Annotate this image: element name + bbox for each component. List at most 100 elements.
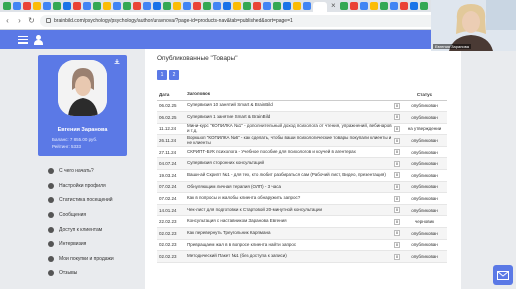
table-row[interactable]: 06.02.25 Супервизия 1 занятие Smart & Bra…: [157, 111, 447, 124]
table-row[interactable]: 02.02.23 Как перевернуть Треугольник Карп…: [157, 227, 447, 240]
cell-title[interactable]: Ваши-ай Скрипт №1 - для тех, кто любит р…: [182, 169, 392, 182]
browser-tab[interactable]: [63, 2, 71, 10]
hamburger-menu-icon[interactable]: [18, 35, 28, 44]
browser-tab[interactable]: [3, 2, 11, 10]
browser-tab[interactable]: [183, 2, 191, 10]
table-row[interactable]: 11.12.24 Мини-курс "КОПИЛКА №1" - дополни…: [157, 123, 447, 136]
browser-tab[interactable]: [263, 2, 271, 10]
sidebar-item[interactable]: Отзывы: [38, 266, 127, 281]
table-row[interactable]: 26.11.24 Воркшоп "КОПИЛКА №6" - как сдела…: [157, 134, 447, 147]
table-row[interactable]: 14.01.24 Чек-лист для подготовки к Старто…: [157, 204, 447, 217]
browser-tab[interactable]: [73, 2, 81, 10]
browser-tab[interactable]: [339, 2, 348, 10]
browser-tab[interactable]: [293, 2, 301, 10]
table-row[interactable]: 02.02.23 Методический Пакет №1 (без досту…: [157, 250, 447, 263]
browser-tab[interactable]: [123, 2, 131, 10]
sidebar-item[interactable]: Мои покупки и продажи: [38, 252, 127, 267]
cell-title[interactable]: Чек-лист для подготовки к Стартовой 20-м…: [182, 204, 392, 217]
browser-tab[interactable]: [113, 2, 121, 10]
browser-tab[interactable]: [23, 2, 31, 10]
url-field[interactable]: brainbild.com/psychology/psychology/auth…: [40, 14, 440, 27]
browser-tab[interactable]: [163, 2, 171, 10]
browser-tab-active[interactable]: [313, 2, 327, 12]
cell-date: 06.02.25: [157, 111, 182, 124]
cell-count: 0: [392, 100, 402, 113]
sidebar-item[interactable]: Интервизия: [38, 237, 127, 252]
cell-title[interactable]: Превращаем жал в в вопросе клиента найти…: [182, 239, 392, 252]
browser-tab[interactable]: [203, 2, 211, 10]
browser-tab[interactable]: [399, 2, 408, 10]
back-icon[interactable]: ‹: [4, 16, 11, 25]
browser-tab[interactable]: [43, 2, 51, 10]
browser-tab[interactable]: [283, 2, 291, 10]
sidebar-item[interactable]: Настройки профиля: [38, 179, 127, 194]
cell-title[interactable]: Обнуляющим личная терапия (ОЛП) - 3 часа: [182, 181, 392, 194]
cell-title[interactable]: Методический Пакет №1 (без доступа к зап…: [182, 250, 392, 263]
cell-title[interactable]: Воркшоп "КОПИЛКА №6" - как сделать, чтоб…: [182, 134, 392, 147]
browser-tab[interactable]: [349, 2, 358, 10]
page-button[interactable]: 2: [169, 70, 179, 80]
cell-title[interactable]: Супервизия 1 занятие Smart & BrainBild: [182, 111, 392, 124]
browser-tab[interactable]: [143, 2, 151, 10]
sidebar-item-label: Доступ к клиентам: [59, 226, 103, 233]
browser-tab[interactable]: [389, 2, 398, 10]
table-row[interactable]: 27.11.24 СКРИПТ-БУК психолога - Учебное п…: [157, 146, 447, 159]
browser-tab[interactable]: [93, 2, 101, 10]
browser-tab[interactable]: [213, 2, 221, 10]
cell-status: опубликован: [402, 250, 447, 263]
browser-tab[interactable]: [53, 2, 61, 10]
browser-tab[interactable]: [173, 2, 181, 10]
browser-tab[interactable]: [83, 2, 91, 10]
reload-icon[interactable]: ↻: [28, 16, 35, 25]
forward-icon[interactable]: ›: [16, 16, 23, 25]
sidebar-item[interactable]: Доступ к клиентам: [38, 222, 127, 237]
cell-date: 22.02.23: [157, 215, 182, 229]
user-icon[interactable]: [34, 34, 43, 45]
col-status: Статус: [402, 89, 447, 101]
table-row[interactable]: 22.02.23 Консультация с наставником Заран…: [157, 215, 447, 229]
cell-title[interactable]: Как перевернуть Треугольник Карпмана: [182, 227, 392, 240]
cell-title[interactable]: СКРИПТ-БУК психолога - Учебное пособие д…: [182, 146, 392, 159]
table-row[interactable]: 19.03.24 Ваши-ай Скрипт №1 - для тех, кто…: [157, 169, 447, 182]
browser-tab[interactable]: [133, 2, 141, 10]
sidebar-item[interactable]: Статистика посещений: [38, 193, 127, 208]
browser-tab[interactable]: [369, 2, 378, 10]
browser-tab[interactable]: [409, 2, 418, 10]
table-row[interactable]: 07.02.24 Как в попросы и жалобы клиента о…: [157, 192, 447, 205]
tab-close-icon[interactable]: ×: [331, 2, 336, 10]
browser-tab[interactable]: [253, 2, 261, 10]
browser-tab[interactable]: [13, 2, 21, 10]
table-row[interactable]: 02.02.23 Превращаем жал в в вопросе клиен…: [157, 239, 447, 252]
count-badge: 0: [394, 137, 400, 144]
cell-title[interactable]: Как в попросы и жалобы клиента обнаружит…: [182, 192, 392, 205]
sidebar-item[interactable]: С чего начать?: [38, 164, 127, 179]
upload-icon[interactable]: [114, 59, 120, 64]
profile-card: Евгения Заранова Баланс: 7 855.00 руб. Р…: [38, 55, 127, 156]
cell-title[interactable]: Мини-курс "КОПИЛКА №1" - дополнительный …: [182, 123, 392, 136]
browser-tab[interactable]: [419, 2, 428, 10]
browser-tab[interactable]: [153, 2, 161, 10]
table-row[interactable]: 06.02.25 Супервизия 10 занятий Smart & Br…: [157, 100, 447, 113]
table-row[interactable]: 07.02.24 Обнуляющим личная терапия (ОЛП) …: [157, 181, 447, 194]
table-row[interactable]: 04.07.24 Супервизия сторонних консультаци…: [157, 157, 447, 171]
cell-title[interactable]: Консультация с наставником Заранова Евге…: [182, 215, 392, 229]
sidebar-item[interactable]: Сообщения: [38, 208, 127, 223]
browser-tab[interactable]: [379, 2, 388, 10]
chat-button[interactable]: [493, 265, 513, 285]
browser-tab[interactable]: [273, 2, 281, 10]
cell-title[interactable]: Супервизия сторонних консультаций: [182, 157, 392, 171]
url-text: brainbild.com/psychology/psychology/auth…: [54, 17, 293, 24]
browser-tab[interactable]: [193, 2, 201, 10]
cell-status: опубликован: [402, 204, 447, 217]
browser-tab[interactable]: [233, 2, 241, 10]
browser-tab[interactable]: [359, 2, 368, 10]
browser-tab[interactable]: [243, 2, 251, 10]
sidebar-menu: С чего начать? Настройки профиля Статистик…: [38, 164, 127, 281]
page-button[interactable]: 1: [157, 70, 167, 80]
browser-tab[interactable]: [33, 2, 41, 10]
browser-tab[interactable]: [303, 2, 311, 10]
cell-title[interactable]: Супервизия 10 занятий Smart & BrainBild: [182, 100, 392, 113]
browser-tab[interactable]: [103, 2, 111, 10]
browser-tab[interactable]: [223, 2, 231, 10]
page-title: Опубликованные "Товары": [157, 55, 238, 62]
